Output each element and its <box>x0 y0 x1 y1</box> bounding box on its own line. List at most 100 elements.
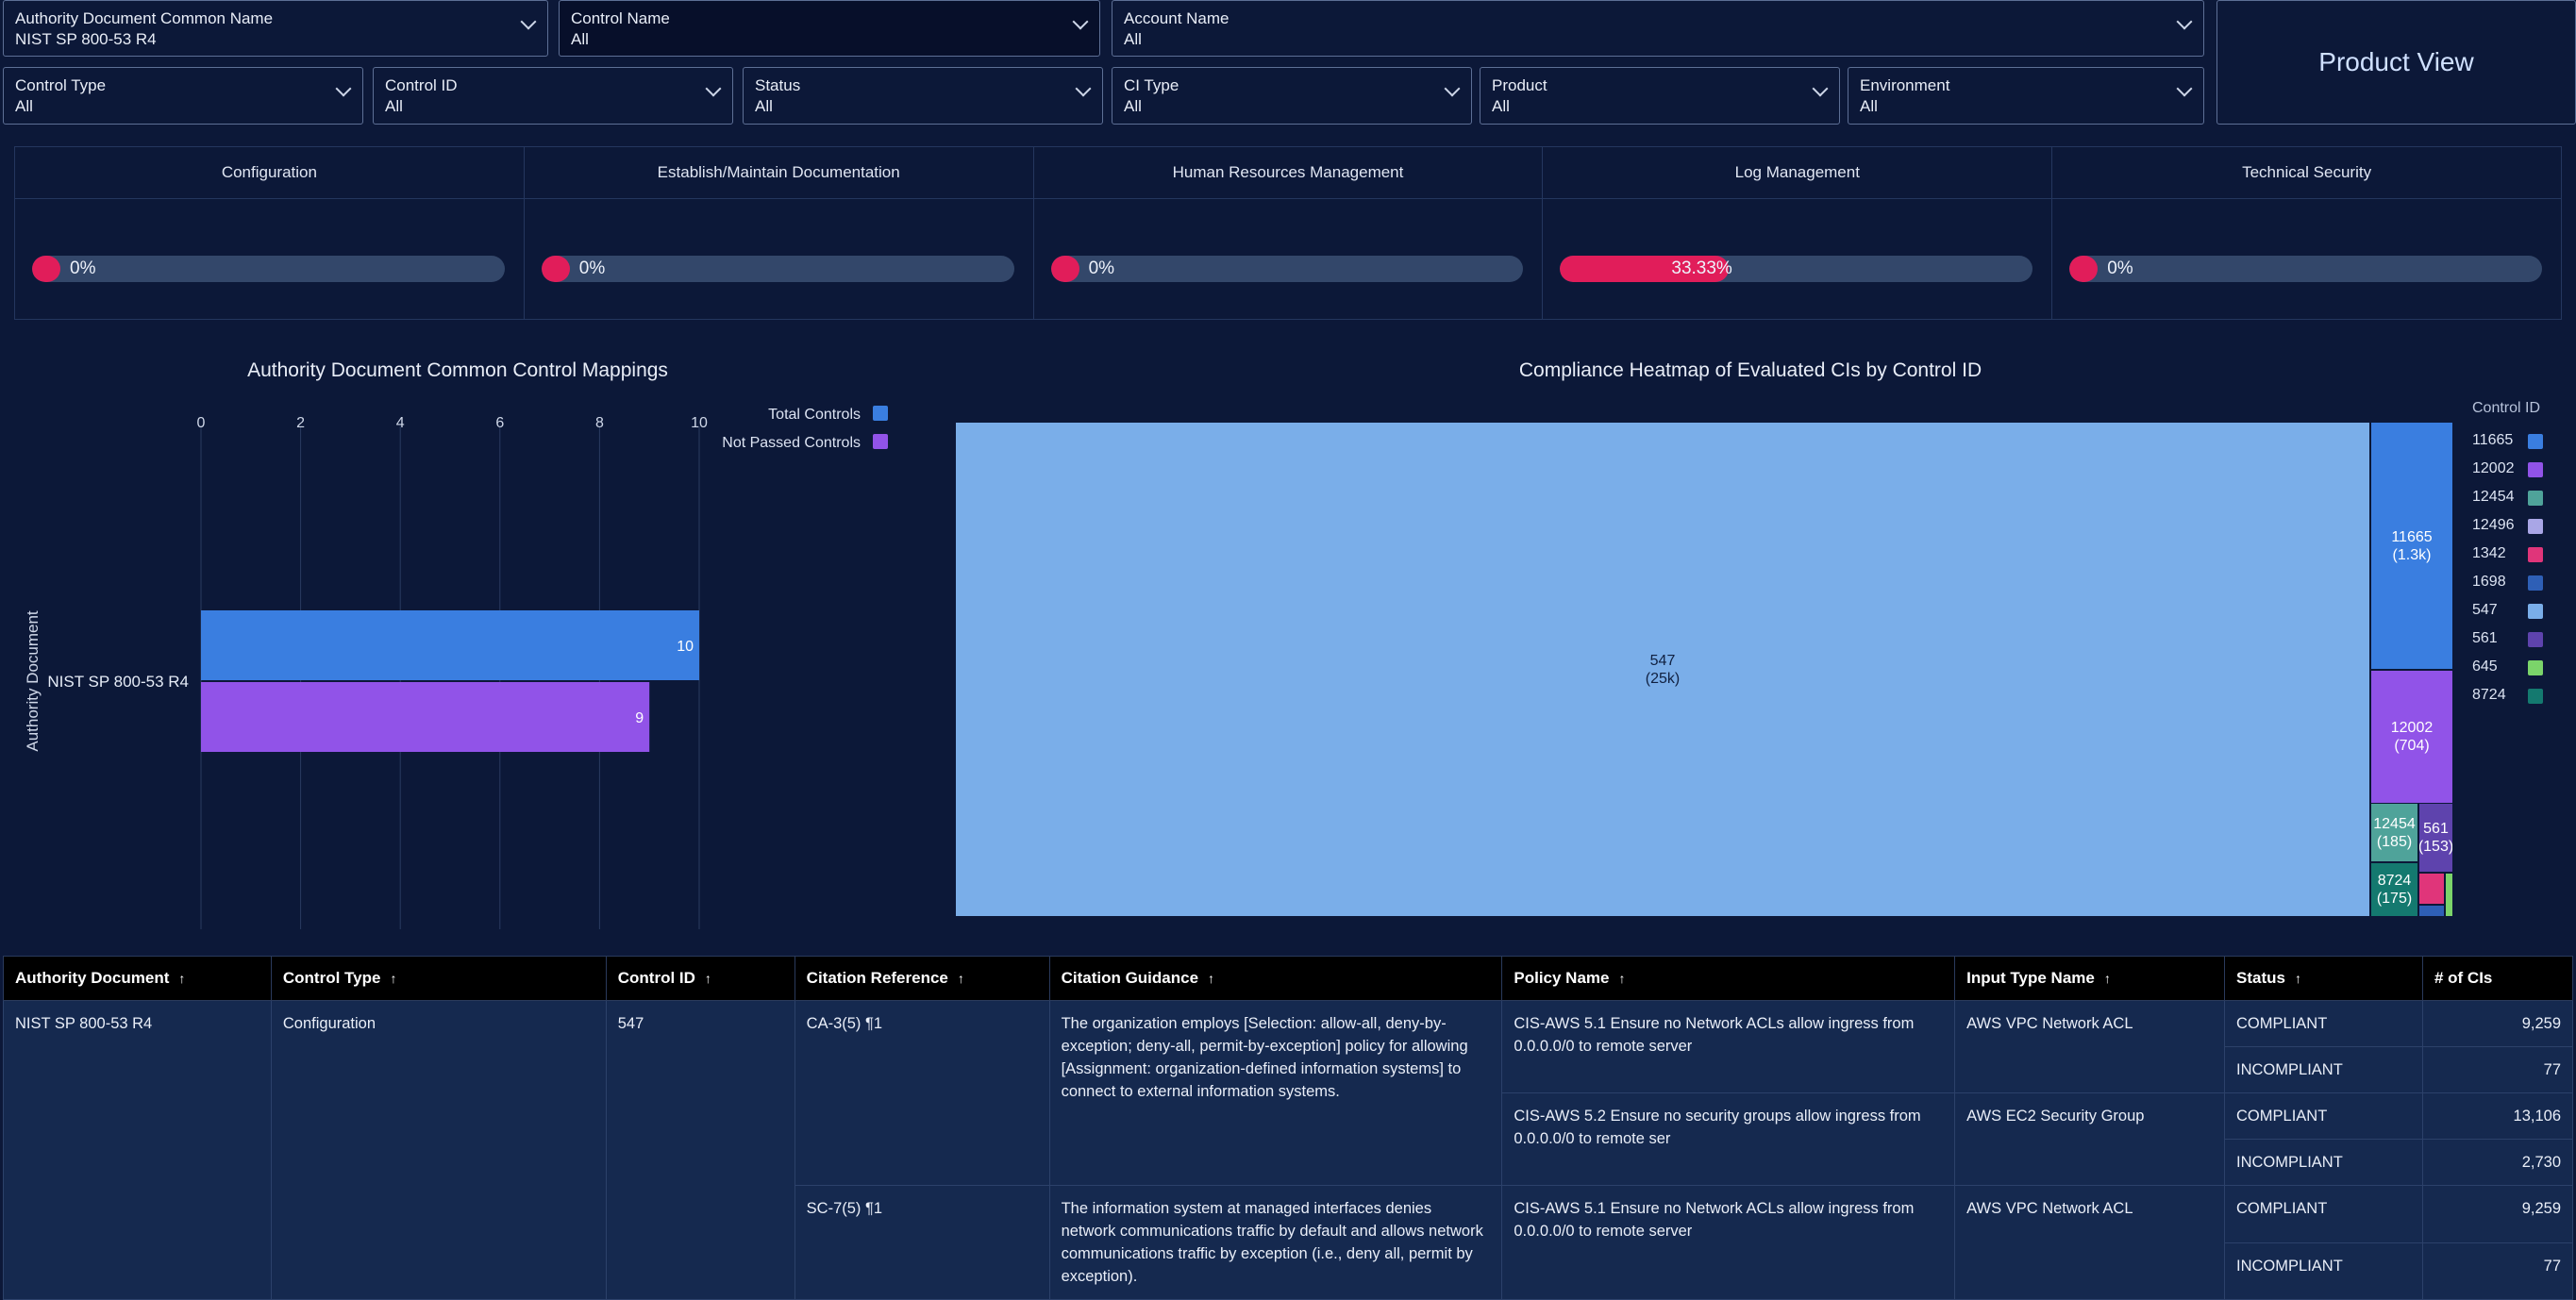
filter-label: Control Name <box>571 9 670 27</box>
column-header-label: # of CIs <box>2434 969 2493 987</box>
progress-bar: 0% <box>1050 256 1524 282</box>
filter-label: CI Type <box>1124 76 1179 94</box>
progress-bar: 33.33% <box>1560 256 2033 282</box>
filter-account-name[interactable]: Account Name All <box>1112 0 2204 57</box>
cell-value-label: (153) <box>2418 839 2453 855</box>
column-header[interactable]: # of CIs <box>2421 956 2574 1001</box>
product-view-button[interactable]: Product View <box>2216 0 2576 125</box>
legend-label: 8724 <box>2472 687 2506 703</box>
legend-title: Control ID <box>2472 400 2541 416</box>
filter-control-name[interactable]: Control Name All <box>559 0 1100 57</box>
sort-arrow-icon: ↑ <box>390 971 397 986</box>
legend-label: Total Controls <box>768 407 861 423</box>
column-header-label: Policy Name <box>1514 969 1610 987</box>
column-header[interactable]: Citation Reference ↑ <box>794 956 1050 1001</box>
column-header-label: Citation Reference <box>806 969 948 987</box>
legend-label: 12496 <box>2472 517 2515 533</box>
legend-label: 1342 <box>2472 545 2506 561</box>
legend-swatch <box>2528 575 2543 591</box>
filter-ci-type[interactable]: CI Type All <box>1112 67 1472 125</box>
sort-arrow-icon: ↑ <box>1618 971 1626 986</box>
column-header[interactable]: Policy Name ↑ <box>1501 956 1956 1001</box>
filter-control-type[interactable]: Control Type All <box>3 67 363 125</box>
card-title: Human Resources Management <box>1033 147 1543 199</box>
table-cell: INCOMPLIANT <box>2224 1242 2423 1300</box>
table-cell: 77 <box>2421 1046 2574 1093</box>
legend-swatch <box>2528 491 2543 506</box>
filter-value: All <box>755 97 773 115</box>
table-cell: 547 <box>605 1000 795 1300</box>
heatmap-cell-547[interactable]: 547 (25k) <box>955 422 2370 917</box>
progress-fill <box>32 256 60 282</box>
table-cell: COMPLIANT <box>2224 1185 2423 1243</box>
heatmap-cell-1342[interactable] <box>2418 873 2445 905</box>
filter-control-id[interactable]: Control ID All <box>373 67 733 125</box>
progress-fill <box>541 256 570 282</box>
heatmap-cell-12454[interactable]: 12454 (185) <box>2370 803 2418 862</box>
sort-arrow-icon: ↑ <box>2103 971 2111 986</box>
filter-product[interactable]: Product All <box>1480 67 1840 125</box>
filter-value: All <box>385 97 403 115</box>
table-cell: COMPLIANT <box>2224 1092 2423 1140</box>
table-cell: CA-3(5) ¶1 <box>794 1000 1050 1186</box>
sort-arrow-icon: ↑ <box>2294 971 2301 986</box>
table-cell: AWS VPC Network ACL <box>1954 1185 2226 1300</box>
x-tick-label: 0 <box>197 415 206 431</box>
heatmap-cell-561[interactable]: 561 (153) <box>2418 803 2453 873</box>
card-title: Establish/Maintain Documentation <box>524 147 1033 199</box>
table-cell: 77 <box>2421 1242 2574 1300</box>
cell-id-label: 547 <box>1649 652 1676 669</box>
filter-environment[interactable]: Environment All <box>1848 67 2204 125</box>
card-human-resources-management: Human Resources Management 0% <box>1033 147 1544 319</box>
heatmap-cell-11665[interactable]: 11665 (1.3k) <box>2370 422 2453 670</box>
table-row[interactable]: NIST SP 800-53 R4 Configuration 547 CA-3(5)… <box>3 1000 2574 1300</box>
heatmap-cell-12002[interactable]: 12002 (704) <box>2370 670 2453 804</box>
legend-label: 12454 <box>2472 489 2515 505</box>
filter-label: Account Name <box>1124 9 1229 27</box>
column-header[interactable]: Authority Document ↑ <box>3 956 272 1001</box>
legend-swatch <box>2528 660 2543 675</box>
progress-label: 33.33% <box>1671 258 1732 278</box>
heatmap-cell-645[interactable] <box>2445 873 2453 917</box>
heatmap-cell-8724[interactable]: 8724 (175) <box>2370 862 2418 917</box>
column-header[interactable]: Control ID ↑ <box>605 956 795 1001</box>
x-tick-label: 2 <box>296 415 305 431</box>
cell-value-label: (25k) <box>1645 670 1681 687</box>
bar-total-controls <box>201 610 699 680</box>
legend-swatch <box>2528 689 2543 704</box>
filter-value: All <box>1492 97 1510 115</box>
filter-status[interactable]: Status All <box>743 67 1103 125</box>
progress-label: 0% <box>1088 258 1115 278</box>
filter-authority-document[interactable]: Authority Document Common Name NIST SP 8… <box>3 0 548 57</box>
column-header[interactable]: Input Type Name ↑ <box>1954 956 2226 1001</box>
filter-label: Authority Document Common Name <box>15 9 274 27</box>
table-cell: INCOMPLIANT <box>2224 1046 2423 1093</box>
heatmap-cell-1698[interactable] <box>2418 905 2445 917</box>
column-header[interactable]: Control Type ↑ <box>270 956 607 1001</box>
bar-chart: 0 2 4 6 8 10 Authority Document NIST SP 800-53 … <box>24 406 888 929</box>
legend-swatch <box>2528 434 2543 449</box>
table-cell: CIS-AWS 5.1 Ensure no Network ACLs allow… <box>1501 1185 1956 1300</box>
card-log-management: Log Management 33.33% <box>1543 147 2053 319</box>
card-title: Technical Security <box>2052 147 2561 199</box>
progress-bar: 0% <box>541 256 1014 282</box>
column-header-label: Input Type Name <box>1966 969 2095 987</box>
card-configuration: Configuration 0% <box>15 147 525 319</box>
legend-label: 11665 <box>2472 432 2514 448</box>
column-header[interactable]: Citation Guidance ↑ <box>1048 956 1503 1001</box>
legend-label: 645 <box>2472 658 2498 675</box>
filter-label: Product <box>1492 76 1547 94</box>
legend-swatch <box>873 406 888 421</box>
table-cell: 9,259 <box>2421 1000 2574 1047</box>
category-label: NIST SP 800-53 R4 <box>47 673 189 691</box>
x-tick-label: 6 <box>495 415 504 431</box>
column-header[interactable]: Status ↑ <box>2224 956 2423 1001</box>
legend-swatch <box>2528 547 2543 562</box>
x-tick-label: 4 <box>396 415 405 431</box>
filter-value: All <box>15 97 33 115</box>
cell-value-label: (704) <box>2394 738 2430 754</box>
filter-value: All <box>571 30 589 48</box>
legend-swatch <box>2528 632 2543 647</box>
progress-fill <box>1050 256 1079 282</box>
cell-value-label: (175) <box>2376 891 2413 907</box>
